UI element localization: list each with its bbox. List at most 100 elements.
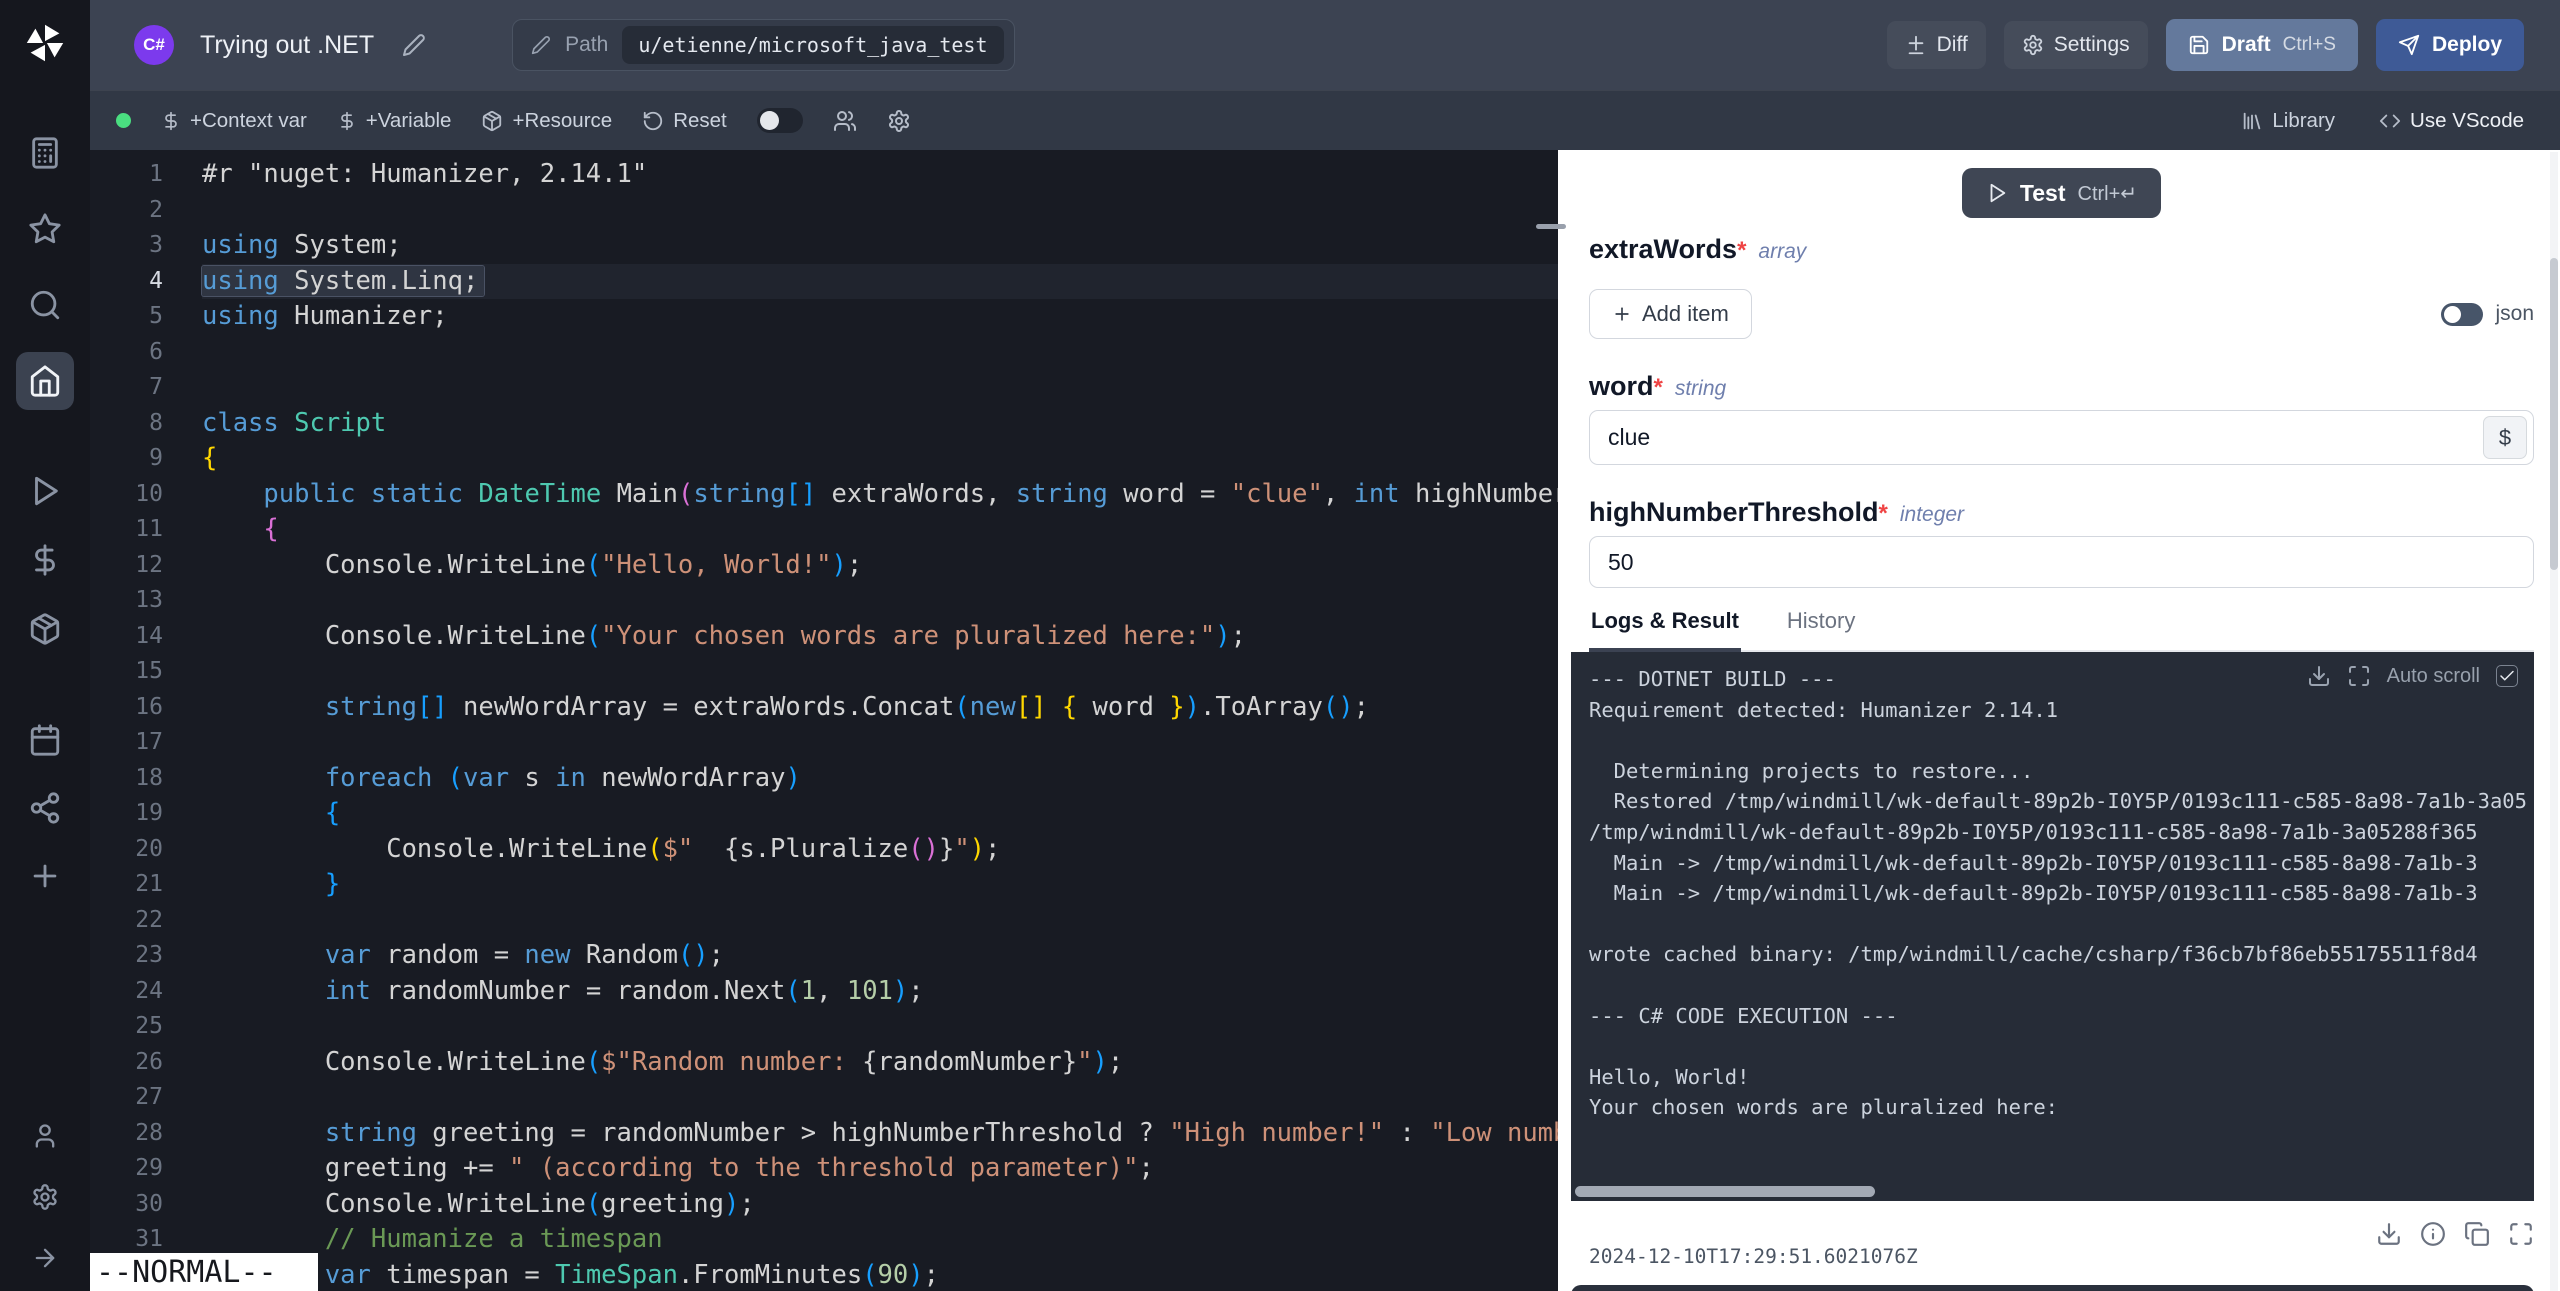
- code-line-13[interactable]: 13: [90, 583, 1558, 619]
- code-line-12[interactable]: 12 Console.WriteLine("Hello, World!");: [90, 548, 1558, 584]
- code-line-3[interactable]: 3using System;: [90, 228, 1558, 264]
- threshold-input-wrap: [1589, 536, 2534, 588]
- code-line-25[interactable]: 25: [90, 1009, 1558, 1045]
- code-line-18[interactable]: 18 foreach (var s in newWordArray): [90, 761, 1558, 797]
- sidebar-item-gear[interactable]: [18, 1170, 72, 1224]
- code-line-22[interactable]: 22: [90, 903, 1558, 939]
- code-line-8[interactable]: 8class Script: [90, 406, 1558, 442]
- code-line-27[interactable]: 27: [90, 1080, 1558, 1116]
- code-line-6[interactable]: 6: [90, 335, 1558, 371]
- code-line-21[interactable]: 21 }: [90, 867, 1558, 903]
- page-scrollbar-thumb[interactable]: [2550, 258, 2558, 570]
- sidebar-item-plus[interactable]: [16, 847, 74, 905]
- line-number: 20: [90, 832, 163, 868]
- code-line-11[interactable]: 11 {: [90, 512, 1558, 548]
- code-line-14[interactable]: 14 Console.WriteLine("Your chosen words …: [90, 619, 1558, 655]
- field-label-threshold: highNumberThreshold: [1589, 497, 1879, 528]
- sidebar-item-user[interactable]: [18, 1109, 72, 1163]
- code-line-4[interactable]: 4using System.Linq;: [90, 264, 1558, 300]
- library-label: Library: [2272, 109, 2335, 133]
- required-asterisk: *: [1654, 374, 1663, 402]
- library-button[interactable]: Library: [2241, 109, 2335, 133]
- line-number: 24: [90, 974, 163, 1010]
- draft-button[interactable]: Draft Ctrl+S: [2166, 19, 2358, 71]
- download-icon[interactable]: [2376, 1221, 2402, 1247]
- code-line-29[interactable]: 29 greeting += " (according to the thres…: [90, 1151, 1558, 1187]
- code-line-17[interactable]: 17: [90, 725, 1558, 761]
- sidebar-item-calendar[interactable]: [16, 711, 74, 769]
- download-icon[interactable]: [2307, 664, 2331, 688]
- gear-icon[interactable]: [887, 109, 911, 133]
- maximize-icon[interactable]: [2347, 664, 2371, 688]
- add-resource-button[interactable]: +Resource: [481, 109, 612, 133]
- sidebar-item-home[interactable]: [16, 352, 74, 410]
- code-line-9[interactable]: 9{: [90, 441, 1558, 477]
- info-icon[interactable]: [2420, 1221, 2446, 1247]
- sidebar-item-play[interactable]: [16, 462, 74, 520]
- field-label-word: word: [1589, 371, 1654, 402]
- code-line-23[interactable]: 23 var random = new Random();: [90, 938, 1558, 974]
- windmill-logo-icon[interactable]: [22, 20, 68, 66]
- code-line-10[interactable]: 10 public static DateTime Main(string[] …: [90, 477, 1558, 513]
- code-editor[interactable]: 1#r "nuget: Humanizer, 2.14.1"23using Sy…: [90, 150, 1558, 1291]
- send-icon: [2398, 34, 2420, 56]
- code-line-1[interactable]: 1#r "nuget: Humanizer, 2.14.1": [90, 157, 1558, 193]
- code-line-30[interactable]: 30 Console.WriteLine(greeting);: [90, 1187, 1558, 1223]
- code-line-15[interactable]: 15: [90, 654, 1558, 690]
- reset-button[interactable]: Reset: [642, 109, 727, 133]
- insert-variable-button[interactable]: $: [2483, 416, 2527, 459]
- code-line-5[interactable]: 5using Humanizer;: [90, 299, 1558, 335]
- sidebar-item-dollar[interactable]: [16, 531, 74, 589]
- line-number: 8: [90, 406, 163, 442]
- log-line: [1589, 970, 2534, 1001]
- code-line-20[interactable]: 20 Console.WriteLine($" {s.Pluralize()}"…: [90, 832, 1558, 868]
- line-number: 30: [90, 1187, 163, 1223]
- deploy-button[interactable]: Deploy: [2376, 19, 2524, 71]
- users-icon[interactable]: [833, 109, 857, 133]
- plus-icon: [28, 859, 62, 893]
- add-item-button[interactable]: Add item: [1589, 289, 1752, 339]
- maximize-icon[interactable]: [2508, 1221, 2534, 1247]
- tab-logs-result[interactable]: Logs & Result: [1589, 602, 1741, 652]
- code-line-26[interactable]: 26 Console.WriteLine($"Random number: {r…: [90, 1045, 1558, 1081]
- test-button[interactable]: Test Ctrl+↵: [1962, 168, 2161, 218]
- result-body-strip: Copy: [1571, 1285, 2534, 1291]
- line-number: 6: [90, 335, 163, 371]
- log-line: Main -> /tmp/windmill/wk-default-89p2b-I…: [1589, 878, 2534, 909]
- dollar-icon: [161, 111, 181, 131]
- threshold-input[interactable]: [1590, 537, 2533, 587]
- code-line-7[interactable]: 7: [90, 370, 1558, 406]
- json-toggle[interactable]: [2441, 303, 2483, 326]
- line-number: 21: [90, 867, 163, 903]
- code-line-28[interactable]: 28 string greeting = randomNumber > high…: [90, 1116, 1558, 1152]
- field-word-header: word * string: [1589, 371, 2534, 402]
- code-line-24[interactable]: 24 int randomNumber = random.Next(1, 101…: [90, 974, 1558, 1010]
- home-icon: [28, 364, 62, 398]
- code-line-16[interactable]: 16 string[] newWordArray = extraWords.Co…: [90, 690, 1558, 726]
- code-line-19[interactable]: 19 {: [90, 796, 1558, 832]
- sidebar-item-star[interactable]: [16, 200, 74, 258]
- sidebar-item-search[interactable]: [16, 276, 74, 334]
- gear-icon: [2022, 34, 2044, 56]
- settings-button[interactable]: Settings: [2004, 21, 2148, 69]
- path-value[interactable]: u/etienne/microsoft_java_test: [622, 26, 1003, 64]
- use-vscode-button[interactable]: Use VScode: [2379, 109, 2524, 133]
- copy-icon[interactable]: [2464, 1221, 2490, 1247]
- word-input[interactable]: [1590, 411, 2533, 464]
- sidebar-item-package[interactable]: [16, 600, 74, 658]
- log-horizontal-scrollbar[interactable]: [1575, 1186, 1875, 1197]
- sidebar-item-calculator[interactable]: [16, 124, 74, 182]
- tab-history[interactable]: History: [1785, 602, 1857, 650]
- auto-scroll-checkbox[interactable]: [2496, 665, 2518, 687]
- sidebar-item-arrow-right[interactable]: [18, 1231, 72, 1285]
- edit-title-pencil-icon[interactable]: [402, 33, 426, 57]
- line-number: 12: [90, 548, 163, 584]
- sidebar-item-share-nodes[interactable]: [16, 779, 74, 837]
- diff-button[interactable]: Diff: [1887, 21, 1986, 69]
- add-context-var-button[interactable]: +Context var: [161, 109, 307, 133]
- add-variable-button[interactable]: +Variable: [337, 109, 452, 133]
- script-path-field[interactable]: Path u/etienne/microsoft_java_test: [512, 19, 1014, 71]
- code-line-2[interactable]: 2: [90, 193, 1558, 229]
- multiplayer-toggle[interactable]: [757, 108, 803, 133]
- panel-splitter-handle[interactable]: [1536, 224, 1566, 229]
